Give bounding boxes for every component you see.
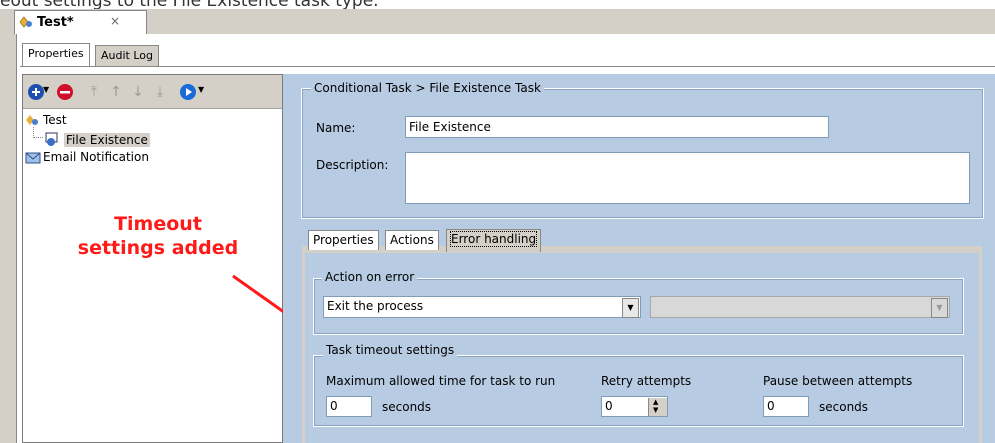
- annotation-line1: Timeout: [114, 213, 202, 235]
- run-icon[interactable]: [179, 83, 197, 101]
- name-label: Name:: [316, 121, 356, 135]
- chevron-down-icon[interactable]: ▼: [622, 298, 639, 318]
- move-down-icon[interactable]: ↓: [129, 83, 147, 101]
- document-tab[interactable]: Test* ×: [14, 10, 147, 34]
- document-tab-title: Test*: [37, 15, 74, 30]
- max-time-unit: seconds: [382, 400, 432, 414]
- tab-label: Error handling: [449, 231, 538, 247]
- description-field[interactable]: [405, 152, 970, 204]
- email-icon: [25, 152, 41, 164]
- tab-label: Audit Log: [101, 49, 153, 62]
- breadcrumb: Conditional Task > File Existence Task: [311, 81, 544, 95]
- run-dropdown-icon[interactable]: ▼: [198, 85, 204, 94]
- action-target-select: ▼: [650, 296, 950, 318]
- annotation-callout: Timeout settings added: [38, 212, 278, 260]
- move-up-icon[interactable]: ↑: [107, 83, 125, 101]
- annotation-line2: settings added: [77, 237, 239, 259]
- chevron-down-icon: ▼: [931, 298, 948, 318]
- pause-label: Pause between attempts: [763, 374, 913, 388]
- description-label: Description:: [316, 158, 389, 172]
- action-on-error-select[interactable]: Exit the process ▼: [323, 296, 641, 318]
- move-top-icon[interactable]: ⤒: [85, 83, 103, 101]
- max-time-field[interactable]: 0: [326, 396, 372, 417]
- spinner-icon[interactable]: ▲ ▼: [648, 398, 667, 416]
- pause-unit: seconds: [819, 400, 869, 414]
- tree-node-file-existence[interactable]: File Existence: [44, 131, 180, 147]
- tab-label: Actions: [390, 233, 434, 247]
- tab-label: Properties: [313, 233, 374, 247]
- move-bottom-icon[interactable]: ⤓: [151, 83, 169, 101]
- action-on-error-value: Exit the process: [327, 299, 424, 313]
- remove-icon[interactable]: [56, 83, 74, 101]
- retry-value: 0: [605, 399, 613, 413]
- max-time-label: Maximum allowed time for task to run: [326, 374, 556, 388]
- tab-properties[interactable]: Properties: [22, 43, 90, 67]
- pause-field[interactable]: 0: [763, 396, 809, 417]
- retry-stepper[interactable]: 0 ▲ ▼: [601, 396, 668, 417]
- tab-inner-properties[interactable]: Properties: [308, 230, 379, 250]
- tab-label: Properties: [28, 47, 84, 60]
- action-on-error-title: Action on error: [322, 270, 418, 284]
- add-dropdown-icon[interactable]: ▼: [43, 85, 49, 94]
- tree-connector: [33, 127, 43, 138]
- tab-audit-log[interactable]: Audit Log: [95, 45, 159, 66]
- tree-node-label: Email Notification: [43, 150, 149, 164]
- process-icon: [26, 115, 38, 125]
- timeout-title: Task timeout settings: [323, 343, 458, 357]
- tree-toolbar: ▼ ⤒ ↑ ↓ ⤓ ▼: [23, 75, 282, 109]
- name-field[interactable]: File Existence: [405, 116, 829, 138]
- file-task-icon: [45, 132, 58, 146]
- tab-actions[interactable]: Actions: [385, 230, 439, 250]
- tree-node-label: Test: [43, 113, 67, 127]
- process-icon: [19, 16, 32, 28]
- tab-error-handling[interactable]: Error handling: [446, 229, 542, 252]
- tree-node-label: File Existence: [64, 133, 150, 147]
- close-icon[interactable]: ×: [110, 14, 120, 28]
- retry-label: Retry attempts: [601, 374, 692, 388]
- tab-divider: [20, 66, 995, 67]
